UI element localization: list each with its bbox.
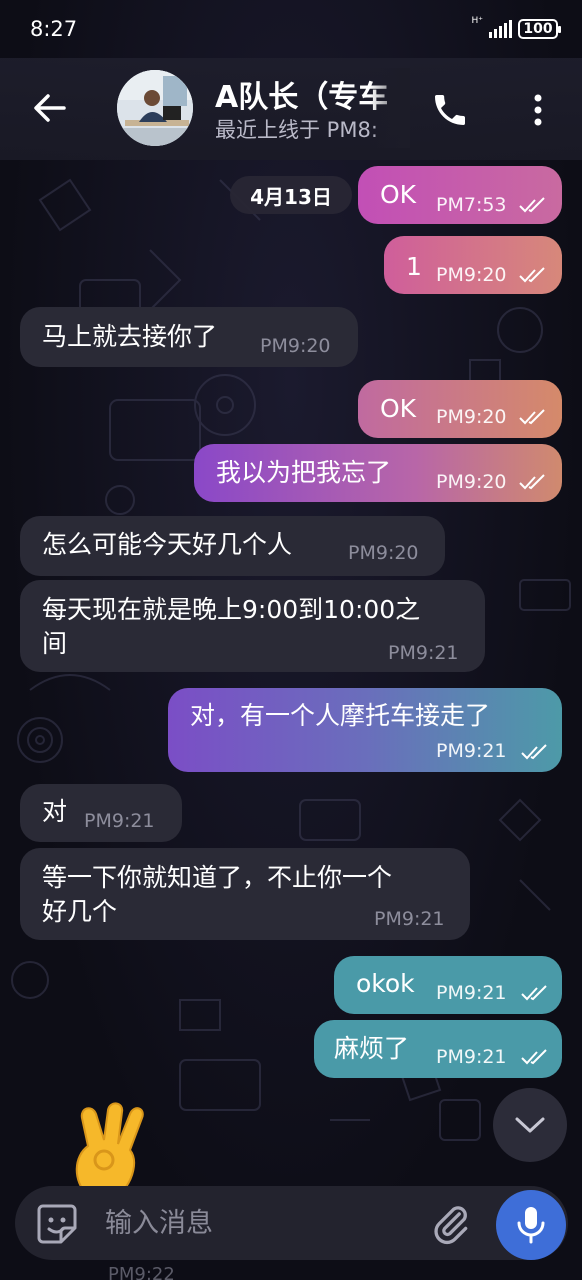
phone-icon [435, 95, 465, 125]
message-text: 麻烦了 [334, 1034, 410, 1063]
paperclip-icon [434, 1206, 468, 1245]
message-bubble-in[interactable]: 马上就去接你了 PM9:20 [20, 307, 358, 367]
call-button[interactable] [430, 90, 470, 130]
sticker-icon [37, 1204, 77, 1244]
double-check-icon [521, 985, 547, 1001]
network-type: H⁺ [471, 16, 483, 26]
message-text: 对 [42, 797, 68, 826]
message-time: PM9:20 [260, 335, 331, 357]
arrow-left-icon [34, 94, 66, 122]
signal-icon [489, 20, 512, 38]
avatar-photo [117, 70, 193, 146]
sticker-button[interactable] [35, 1202, 79, 1246]
more-vert-icon [534, 94, 542, 126]
message-bubble-out[interactable]: 1 PM9:20 [384, 236, 562, 294]
message-time: PM9:20 [348, 542, 419, 564]
title-fade [370, 68, 410, 148]
message-bubble-out[interactable]: 我以为把我忘了 PM9:20 [194, 444, 562, 502]
message-text: 对，有一个人摩托车接走了 [190, 701, 491, 730]
message-text: OK [380, 394, 417, 423]
partially-hidden-time: PM9:22 [108, 1264, 175, 1280]
ok-hand-sticker[interactable] [68, 1100, 160, 1200]
status-indicators: H⁺ 100 [471, 16, 561, 39]
attach-button[interactable] [429, 1202, 473, 1246]
message-time: PM9:20 [436, 264, 507, 286]
voice-record-button[interactable] [496, 1190, 566, 1260]
microphone-icon [517, 1207, 545, 1244]
message-text: 我以为把我忘了 [216, 458, 392, 487]
status-bar: 8:27 H⁺ 100 [0, 0, 582, 58]
message-time: PM9:20 [436, 471, 507, 493]
back-button[interactable] [30, 88, 70, 128]
message-text: 怎么可能今天好几个人 [42, 530, 293, 559]
message-text-line-1: 每天现在就是晚上9:00到10:00之 [42, 595, 421, 624]
double-check-icon [521, 744, 547, 760]
message-text: 马上就去接你了 [42, 322, 218, 351]
message-bubble-out[interactable]: 对，有一个人摩托车接走了 PM9:21 [168, 688, 562, 772]
double-check-icon [519, 474, 545, 490]
message-time: PM7:53 [436, 194, 507, 216]
chat-header: A队长（专车 最近上线于 PM8: [0, 58, 582, 160]
message-text-line-2: 好几个 [42, 897, 118, 926]
message-composer [15, 1186, 568, 1260]
message-bubble-in[interactable]: 对 PM9:21 [20, 784, 182, 842]
message-time: PM9:21 [388, 642, 459, 664]
message-time: PM9:21 [374, 908, 445, 930]
message-bubble-out[interactable]: OK PM9:20 [358, 380, 562, 438]
message-time: PM9:21 [436, 1046, 507, 1068]
message-bubble-out[interactable]: OK PM7:53 [358, 166, 562, 224]
message-time: PM9:21 [436, 740, 507, 762]
more-options-button[interactable] [522, 90, 554, 130]
message-bubble-out[interactable]: 麻烦了 PM9:21 [314, 1020, 562, 1078]
message-text-line-2: 间 [42, 629, 68, 658]
double-check-icon [519, 409, 545, 425]
message-text: OK [380, 180, 417, 209]
double-check-icon [521, 1049, 547, 1065]
message-text: 1 [406, 252, 422, 281]
message-time: PM9:20 [436, 406, 507, 428]
contact-avatar[interactable] [117, 70, 193, 146]
status-time: 8:27 [30, 17, 78, 41]
message-time: PM9:21 [436, 982, 507, 1004]
message-text-line-1: 等一下你就知道了，不止你一个 [42, 863, 393, 892]
message-bubble-in[interactable]: 怎么可能今天好几个人 PM9:20 [20, 516, 445, 576]
message-text: okok [356, 969, 415, 998]
chevron-down-icon [515, 1117, 545, 1133]
message-input[interactable] [105, 1202, 415, 1244]
double-check-icon [519, 267, 545, 283]
battery-level: 100 [523, 21, 553, 37]
message-bubble-in[interactable]: 等一下你就知道了，不止你一个 好几个 PM9:21 [20, 848, 470, 940]
message-bubble-out[interactable]: okok PM9:21 [334, 956, 562, 1014]
battery-icon: 100 [518, 19, 561, 39]
date-separator: 4月13日 [230, 176, 352, 214]
message-time: PM9:21 [84, 810, 155, 832]
message-bubble-in[interactable]: 每天现在就是晚上9:00到10:00之 间 PM9:21 [20, 580, 485, 672]
double-check-icon [519, 197, 545, 213]
scroll-to-bottom-button[interactable] [493, 1088, 567, 1162]
